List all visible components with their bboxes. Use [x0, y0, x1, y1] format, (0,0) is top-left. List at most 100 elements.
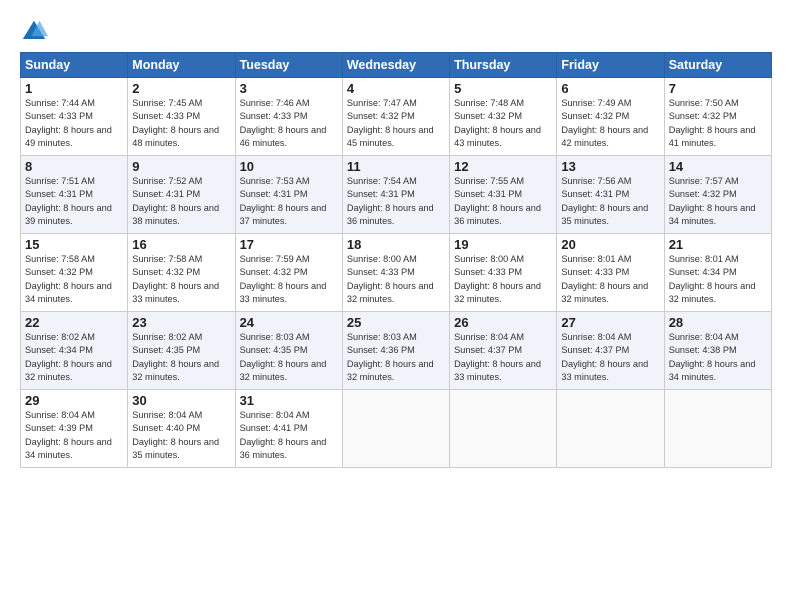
- header: [20, 18, 772, 46]
- day-number: 15: [25, 237, 123, 252]
- day-number: 11: [347, 159, 445, 174]
- weekday-header-friday: Friday: [557, 53, 664, 78]
- calendar-cell: 29 Sunrise: 8:04 AMSunset: 4:39 PMDaylig…: [21, 390, 128, 468]
- day-info: Sunrise: 8:04 AMSunset: 4:39 PMDaylight:…: [25, 410, 112, 460]
- day-number: 22: [25, 315, 123, 330]
- calendar-cell: 20 Sunrise: 8:01 AMSunset: 4:33 PMDaylig…: [557, 234, 664, 312]
- calendar-cell: 2 Sunrise: 7:45 AMSunset: 4:33 PMDayligh…: [128, 78, 235, 156]
- day-number: 12: [454, 159, 552, 174]
- calendar-cell: 10 Sunrise: 7:53 AMSunset: 4:31 PMDaylig…: [235, 156, 342, 234]
- calendar-cell: 15 Sunrise: 7:58 AMSunset: 4:32 PMDaylig…: [21, 234, 128, 312]
- calendar-cell: 28 Sunrise: 8:04 AMSunset: 4:38 PMDaylig…: [664, 312, 771, 390]
- day-number: 16: [132, 237, 230, 252]
- day-info: Sunrise: 8:04 AMSunset: 4:41 PMDaylight:…: [240, 410, 327, 460]
- day-number: 23: [132, 315, 230, 330]
- day-number: 25: [347, 315, 445, 330]
- calendar-table: SundayMondayTuesdayWednesdayThursdayFrid…: [20, 52, 772, 468]
- day-number: 20: [561, 237, 659, 252]
- calendar-cell: 3 Sunrise: 7:46 AMSunset: 4:33 PMDayligh…: [235, 78, 342, 156]
- day-number: 17: [240, 237, 338, 252]
- day-info: Sunrise: 7:58 AMSunset: 4:32 PMDaylight:…: [25, 254, 112, 304]
- calendar-cell: 22 Sunrise: 8:02 AMSunset: 4:34 PMDaylig…: [21, 312, 128, 390]
- calendar-cell: 25 Sunrise: 8:03 AMSunset: 4:36 PMDaylig…: [342, 312, 449, 390]
- week-row-4: 22 Sunrise: 8:02 AMSunset: 4:34 PMDaylig…: [21, 312, 772, 390]
- calendar-cell: 31 Sunrise: 8:04 AMSunset: 4:41 PMDaylig…: [235, 390, 342, 468]
- day-info: Sunrise: 8:02 AMSunset: 4:35 PMDaylight:…: [132, 332, 219, 382]
- day-number: 8: [25, 159, 123, 174]
- calendar-cell: 7 Sunrise: 7:50 AMSunset: 4:32 PMDayligh…: [664, 78, 771, 156]
- day-number: 31: [240, 393, 338, 408]
- day-info: Sunrise: 7:44 AMSunset: 4:33 PMDaylight:…: [25, 98, 112, 148]
- calendar-cell: [450, 390, 557, 468]
- calendar-cell: 16 Sunrise: 7:58 AMSunset: 4:32 PMDaylig…: [128, 234, 235, 312]
- calendar-cell: 12 Sunrise: 7:55 AMSunset: 4:31 PMDaylig…: [450, 156, 557, 234]
- day-number: 4: [347, 81, 445, 96]
- day-info: Sunrise: 7:55 AMSunset: 4:31 PMDaylight:…: [454, 176, 541, 226]
- day-info: Sunrise: 8:01 AMSunset: 4:34 PMDaylight:…: [669, 254, 756, 304]
- calendar-cell: 13 Sunrise: 7:56 AMSunset: 4:31 PMDaylig…: [557, 156, 664, 234]
- weekday-header-wednesday: Wednesday: [342, 53, 449, 78]
- day-info: Sunrise: 8:04 AMSunset: 4:40 PMDaylight:…: [132, 410, 219, 460]
- day-number: 1: [25, 81, 123, 96]
- weekday-header-sunday: Sunday: [21, 53, 128, 78]
- day-number: 28: [669, 315, 767, 330]
- day-info: Sunrise: 7:47 AMSunset: 4:32 PMDaylight:…: [347, 98, 434, 148]
- calendar-cell: [557, 390, 664, 468]
- day-info: Sunrise: 8:03 AMSunset: 4:36 PMDaylight:…: [347, 332, 434, 382]
- calendar-cell: 14 Sunrise: 7:57 AMSunset: 4:32 PMDaylig…: [664, 156, 771, 234]
- week-row-3: 15 Sunrise: 7:58 AMSunset: 4:32 PMDaylig…: [21, 234, 772, 312]
- week-row-1: 1 Sunrise: 7:44 AMSunset: 4:33 PMDayligh…: [21, 78, 772, 156]
- weekday-header-tuesday: Tuesday: [235, 53, 342, 78]
- day-info: Sunrise: 7:50 AMSunset: 4:32 PMDaylight:…: [669, 98, 756, 148]
- day-info: Sunrise: 8:02 AMSunset: 4:34 PMDaylight:…: [25, 332, 112, 382]
- page: SundayMondayTuesdayWednesdayThursdayFrid…: [0, 0, 792, 612]
- day-info: Sunrise: 7:49 AMSunset: 4:32 PMDaylight:…: [561, 98, 648, 148]
- day-number: 26: [454, 315, 552, 330]
- day-info: Sunrise: 7:59 AMSunset: 4:32 PMDaylight:…: [240, 254, 327, 304]
- day-number: 24: [240, 315, 338, 330]
- day-number: 2: [132, 81, 230, 96]
- calendar-cell: 21 Sunrise: 8:01 AMSunset: 4:34 PMDaylig…: [664, 234, 771, 312]
- calendar-cell: 27 Sunrise: 8:04 AMSunset: 4:37 PMDaylig…: [557, 312, 664, 390]
- day-number: 14: [669, 159, 767, 174]
- day-info: Sunrise: 8:00 AMSunset: 4:33 PMDaylight:…: [347, 254, 434, 304]
- day-number: 13: [561, 159, 659, 174]
- day-info: Sunrise: 7:53 AMSunset: 4:31 PMDaylight:…: [240, 176, 327, 226]
- day-number: 29: [25, 393, 123, 408]
- calendar-cell: 8 Sunrise: 7:51 AMSunset: 4:31 PMDayligh…: [21, 156, 128, 234]
- logo: [20, 18, 51, 46]
- calendar-cell: 9 Sunrise: 7:52 AMSunset: 4:31 PMDayligh…: [128, 156, 235, 234]
- week-row-5: 29 Sunrise: 8:04 AMSunset: 4:39 PMDaylig…: [21, 390, 772, 468]
- calendar-cell: [342, 390, 449, 468]
- calendar-cell: 6 Sunrise: 7:49 AMSunset: 4:32 PMDayligh…: [557, 78, 664, 156]
- day-number: 9: [132, 159, 230, 174]
- day-number: 18: [347, 237, 445, 252]
- day-info: Sunrise: 7:45 AMSunset: 4:33 PMDaylight:…: [132, 98, 219, 148]
- day-info: Sunrise: 8:00 AMSunset: 4:33 PMDaylight:…: [454, 254, 541, 304]
- day-info: Sunrise: 8:04 AMSunset: 4:38 PMDaylight:…: [669, 332, 756, 382]
- day-info: Sunrise: 7:48 AMSunset: 4:32 PMDaylight:…: [454, 98, 541, 148]
- day-number: 3: [240, 81, 338, 96]
- day-info: Sunrise: 7:46 AMSunset: 4:33 PMDaylight:…: [240, 98, 327, 148]
- day-info: Sunrise: 7:54 AMSunset: 4:31 PMDaylight:…: [347, 176, 434, 226]
- day-number: 7: [669, 81, 767, 96]
- day-info: Sunrise: 7:52 AMSunset: 4:31 PMDaylight:…: [132, 176, 219, 226]
- day-info: Sunrise: 8:04 AMSunset: 4:37 PMDaylight:…: [561, 332, 648, 382]
- calendar-cell: 11 Sunrise: 7:54 AMSunset: 4:31 PMDaylig…: [342, 156, 449, 234]
- calendar-cell: 18 Sunrise: 8:00 AMSunset: 4:33 PMDaylig…: [342, 234, 449, 312]
- day-number: 5: [454, 81, 552, 96]
- day-info: Sunrise: 7:57 AMSunset: 4:32 PMDaylight:…: [669, 176, 756, 226]
- calendar-cell: 17 Sunrise: 7:59 AMSunset: 4:32 PMDaylig…: [235, 234, 342, 312]
- day-info: Sunrise: 8:01 AMSunset: 4:33 PMDaylight:…: [561, 254, 648, 304]
- weekday-header-saturday: Saturday: [664, 53, 771, 78]
- day-number: 19: [454, 237, 552, 252]
- week-row-2: 8 Sunrise: 7:51 AMSunset: 4:31 PMDayligh…: [21, 156, 772, 234]
- day-number: 21: [669, 237, 767, 252]
- day-number: 6: [561, 81, 659, 96]
- calendar-cell: 5 Sunrise: 7:48 AMSunset: 4:32 PMDayligh…: [450, 78, 557, 156]
- day-info: Sunrise: 8:03 AMSunset: 4:35 PMDaylight:…: [240, 332, 327, 382]
- day-info: Sunrise: 7:58 AMSunset: 4:32 PMDaylight:…: [132, 254, 219, 304]
- day-number: 10: [240, 159, 338, 174]
- weekday-header-monday: Monday: [128, 53, 235, 78]
- day-number: 27: [561, 315, 659, 330]
